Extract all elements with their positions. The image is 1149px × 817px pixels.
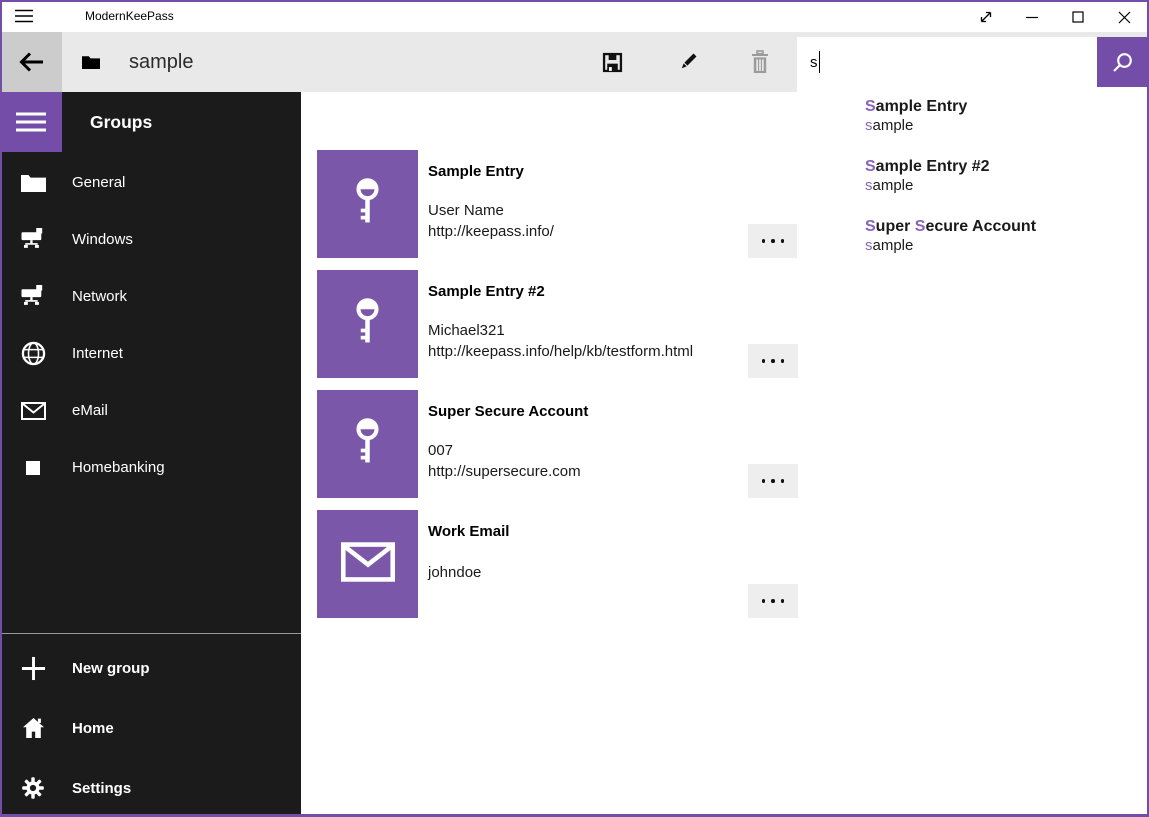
entry-row-super-secure-account[interactable]: Super Secure Account 007http://supersecur… — [317, 390, 1117, 498]
search-input[interactable]: s — [797, 37, 1097, 87]
delete-button[interactable] — [736, 38, 784, 86]
search-result-subtitle: sample — [865, 176, 1147, 196]
sidebar-item-label: Homebanking — [72, 459, 165, 476]
sidebar-item-windows[interactable]: Windows — [0, 211, 301, 268]
hamburger-icon — [16, 111, 46, 133]
network-computer-icon — [20, 285, 46, 308]
titlebar: ModernKeePass — [0, 0, 1149, 32]
entry-username: Michael321 — [428, 320, 693, 341]
sidebar-action-label: Home — [72, 720, 114, 737]
sidebar-action-home[interactable]: Home — [0, 698, 301, 758]
window-controls — [963, 2, 1147, 32]
maximize-button[interactable] — [1055, 2, 1101, 32]
search-input-value: s — [810, 54, 818, 71]
close-button[interactable] — [1101, 2, 1147, 32]
entry-more-button[interactable] — [748, 464, 798, 498]
search-results-dropdown: Sample EntrysampleSample Entry #2sampleS… — [797, 87, 1147, 287]
ellipsis-icon — [762, 359, 766, 363]
save-button[interactable] — [588, 38, 636, 86]
app-title: ModernKeePass — [85, 0, 174, 32]
database-folder-icon — [82, 32, 100, 92]
sidebar-actions: New group Home Settings — [0, 638, 301, 817]
entry-tile — [317, 510, 418, 618]
folder-icon — [20, 173, 46, 192]
square-icon — [20, 461, 46, 475]
entry-tile — [317, 270, 418, 378]
entry-url: http://keepass.info/ — [428, 221, 554, 242]
sidebar-item-internet[interactable]: Internet — [0, 325, 301, 382]
gear-icon — [20, 776, 46, 800]
search-result[interactable]: Super Secure Accountsample — [797, 217, 1147, 277]
envelope-icon — [341, 542, 395, 587]
entry-tile — [317, 390, 418, 498]
entry-row-work-email[interactable]: Work Email johndoe — [317, 510, 1117, 618]
entry-more-button[interactable] — [748, 344, 798, 378]
entry-more-button[interactable] — [748, 224, 798, 258]
entry-username: User Name — [428, 200, 554, 221]
entry-username: 007 — [428, 440, 581, 461]
key-icon — [354, 178, 381, 230]
search-result[interactable]: Sample Entrysample — [797, 97, 1147, 157]
database-title: sample — [129, 32, 193, 92]
sidebar-action-label: Settings — [72, 780, 131, 797]
groups-heading: Groups — [90, 92, 152, 152]
entry-title: Sample Entry — [428, 163, 524, 180]
group-list: General Windows Network Internet eMail Homeba… — [0, 154, 301, 496]
sidebar-item-network[interactable]: Network — [0, 268, 301, 325]
entry-url: http://supersecure.com — [428, 461, 581, 482]
sidebar-action-label: New group — [72, 660, 150, 677]
entry-url: http://keepass.info/help/kb/testform.htm… — [428, 341, 693, 362]
ellipsis-icon — [762, 599, 766, 603]
sidebar-item-homebanking[interactable]: Homebanking — [0, 439, 301, 496]
back-button[interactable] — [0, 32, 62, 92]
search-icon — [1111, 51, 1134, 74]
entry-title: Sample Entry #2 — [428, 283, 545, 300]
search-result-title: Sample Entry — [865, 97, 1147, 116]
save-icon — [601, 51, 624, 74]
edit-button[interactable] — [664, 38, 712, 86]
text-caret — [819, 51, 821, 73]
search-button[interactable] — [1097, 37, 1147, 87]
mail-icon — [20, 402, 46, 420]
plus-icon — [20, 656, 46, 681]
search-result[interactable]: Sample Entry #2sample — [797, 157, 1147, 217]
nav-hamburger-button[interactable] — [0, 92, 62, 152]
titlebar-hamburger-icon[interactable] — [14, 8, 34, 24]
sidebar-divider — [0, 633, 301, 634]
minimize-button[interactable] — [1009, 2, 1055, 32]
ellipsis-icon — [762, 479, 766, 483]
sidebar-item-label: General — [72, 174, 125, 191]
entry-title: Super Secure Account — [428, 403, 588, 420]
back-arrow-icon — [18, 51, 44, 73]
search-result-title: Sample Entry #2 — [865, 157, 1147, 176]
sidebar-item-label: Network — [72, 288, 127, 305]
globe-icon — [20, 341, 46, 366]
key-icon — [354, 418, 381, 470]
sidebar-item-label: Windows — [72, 231, 133, 248]
network-computer-icon — [20, 228, 46, 251]
app-window: ModernKeePass sample — [0, 0, 1149, 817]
entry-tile — [317, 150, 418, 258]
entry-more-button[interactable] — [748, 584, 798, 618]
pencil-icon — [677, 51, 699, 73]
search-result-title: Super Secure Account — [865, 217, 1147, 236]
sidebar-item-label: Internet — [72, 345, 123, 362]
home-icon — [20, 716, 46, 740]
sidebar-item-label: eMail — [72, 402, 108, 419]
key-icon — [354, 298, 381, 350]
app-bar: sample s — [0, 32, 1149, 92]
sidebar-item-general[interactable]: General — [0, 154, 301, 211]
trash-icon — [750, 50, 770, 74]
entry-username: johndoe — [428, 562, 481, 583]
sidebar-action-new-group[interactable]: New group — [0, 638, 301, 698]
fullscreen-button[interactable] — [963, 2, 1009, 32]
sidebar-item-email[interactable]: eMail — [0, 382, 301, 439]
search-result-subtitle: sample — [865, 236, 1147, 256]
ellipsis-icon — [762, 239, 766, 243]
entry-title: Work Email — [428, 523, 509, 540]
search-result-subtitle: sample — [865, 116, 1147, 136]
sidebar: Groups General Windows Network Internet eMai… — [0, 92, 301, 817]
sidebar-action-settings[interactable]: Settings — [0, 758, 301, 817]
